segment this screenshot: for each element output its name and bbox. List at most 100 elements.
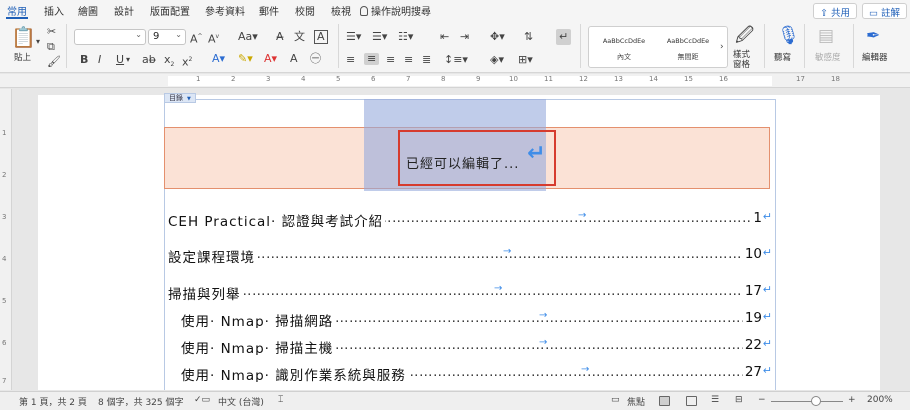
ribbon-separator: [764, 24, 765, 68]
tell-me-search[interactable]: 操作說明搜尋: [360, 3, 431, 18]
microphone-icon[interactable]: 🎙: [777, 25, 800, 47]
tab-layout[interactable]: 版面配置: [150, 3, 190, 18]
font-color-icon[interactable]: A▾: [264, 53, 277, 65]
numbering-icon[interactable]: ☰▾: [372, 31, 387, 43]
justify-icon[interactable]: ≡: [404, 54, 413, 66]
vruler-number: 6: [2, 339, 7, 347]
phonetic-guide-icon[interactable]: 文: [294, 31, 305, 43]
distributed-icon[interactable]: ≣: [422, 54, 431, 66]
zoom-slider-handle[interactable]: [811, 396, 821, 406]
bullets-icon[interactable]: ☰▾: [346, 31, 361, 43]
shrink-font-icon[interactable]: Av: [208, 31, 219, 46]
change-case-icon[interactable]: Aa▾: [238, 31, 258, 43]
tab-home[interactable]: 常用: [7, 3, 27, 18]
tab-references[interactable]: 參考資料: [205, 3, 245, 18]
multilevel-list-icon[interactable]: ☷▾: [398, 31, 413, 43]
shading-icon[interactable]: ◈▾: [490, 54, 504, 66]
font-size-combo[interactable]: 9 ⌄: [148, 29, 186, 45]
styles-pane-icon[interactable]: 🖉: [735, 26, 754, 46]
page-indicator[interactable]: 第 1 頁，共 2 頁: [19, 395, 87, 408]
ruler-number: 1: [196, 75, 201, 83]
paragraph-mark-icon: ↵: [762, 310, 772, 323]
align-right-icon[interactable]: ≡: [386, 54, 395, 66]
tab-view[interactable]: 檢視: [331, 3, 351, 18]
italic-icon[interactable]: I: [98, 54, 101, 66]
gallery-more-chevron-icon[interactable]: ›: [720, 41, 724, 53]
vruler-number: 5: [2, 297, 7, 305]
cut-icon[interactable]: ✂: [47, 26, 56, 38]
show-paragraph-marks-icon[interactable]: ↵: [556, 29, 572, 45]
read-mode-icon[interactable]: ☰: [711, 395, 719, 405]
tab-design[interactable]: 設計: [114, 3, 134, 18]
highlight-icon[interactable]: ✎▾: [238, 53, 253, 65]
grow-font-icon[interactable]: A^: [190, 31, 203, 46]
underline-icon[interactable]: U: [116, 54, 124, 66]
strikethrough-icon[interactable]: ab̶: [142, 54, 156, 66]
style-normal[interactable]: AaBbCcDdEe 內文: [593, 29, 655, 65]
format-painter-icon[interactable]: 🖌: [47, 56, 61, 68]
share-button[interactable]: ⇪ 共用: [813, 3, 857, 19]
character-shading-icon[interactable]: A: [290, 53, 298, 65]
increase-indent-icon[interactable]: ⇥: [460, 31, 469, 43]
toc-entry[interactable]: ……………………………………………………………………………………………………………: [181, 337, 772, 355]
toc-title[interactable]: 已經可以編輯了...: [406, 153, 519, 172]
zoom-in-icon[interactable]: +: [848, 395, 856, 405]
toc-entry-page: 1: [751, 210, 762, 226]
comments-button[interactable]: ▭ 註解: [862, 3, 908, 19]
lightbulb-icon: [360, 6, 368, 16]
vruler-number: 2: [2, 171, 7, 179]
style-no-spacing[interactable]: AaBbCcDdEe 無間距: [657, 29, 719, 65]
tab-draw[interactable]: 繪圖: [78, 3, 98, 18]
paste-dropdown-chevron-icon[interactable]: ▾: [36, 36, 40, 48]
line-spacing-icon[interactable]: ↕≡▾: [444, 54, 468, 66]
tab-review[interactable]: 校閱: [295, 3, 315, 18]
paste-icon[interactable]: 📋: [11, 26, 36, 48]
toc-entry[interactable]: ……………………………………………………………………………………………………………: [168, 283, 772, 301]
underline-dropdown-chevron-icon[interactable]: ▾: [126, 54, 130, 66]
ribbon-separator: [580, 24, 581, 68]
tab-mailings[interactable]: 郵件: [259, 3, 279, 18]
toc-entry[interactable]: ……………………………………………………………………………………………………………: [168, 210, 772, 228]
decrease-indent-icon[interactable]: ⇤: [440, 31, 449, 43]
web-layout-icon[interactable]: [686, 396, 697, 406]
track-changes-icon[interactable]: ⌶: [278, 395, 283, 405]
clear-formatting-icon[interactable]: A̶: [276, 31, 284, 43]
zoom-slider[interactable]: [771, 401, 843, 402]
outline-icon[interactable]: ⊟: [735, 395, 743, 405]
align-left-icon[interactable]: ≡: [346, 54, 355, 66]
text-effects-icon[interactable]: A▾: [212, 53, 225, 65]
ruler-number: 14: [649, 75, 658, 83]
superscript-icon[interactable]: x2: [182, 54, 192, 69]
copy-icon[interactable]: ⧉: [47, 41, 55, 53]
editor-icon[interactable]: ✒: [866, 26, 880, 46]
document-page[interactable]: 目錄 ▼ 已經可以編輯了... ↵ ………………………………………………………………: [38, 93, 880, 390]
toc-tag-label: 目錄: [169, 94, 183, 102]
toc-entry[interactable]: ……………………………………………………………………………………………………………: [181, 310, 772, 328]
subscript-icon[interactable]: x2: [164, 53, 174, 71]
character-border-icon[interactable]: A: [314, 30, 328, 44]
toc-entry[interactable]: ……………………………………………………………………………………………………………: [181, 364, 772, 382]
font-name-combo[interactable]: ⌄: [74, 29, 146, 45]
proofing-icon[interactable]: ✓▭: [194, 395, 210, 405]
enclose-characters-icon[interactable]: ㊀: [310, 53, 321, 65]
toc-control-tag[interactable]: 目錄 ▼: [164, 93, 196, 103]
vertical-ruler[interactable]: 1 2 3 4 5 6 7: [0, 89, 12, 390]
borders-icon[interactable]: ⊞▾: [518, 54, 533, 66]
bold-icon[interactable]: B: [80, 54, 88, 66]
asian-layout-icon[interactable]: ✥▾: [490, 31, 505, 43]
horizontal-ruler[interactable]: 1 2 3 4 5 6 7 8 9 10 11 12 13 14 15 16 1…: [0, 74, 910, 88]
align-center-icon[interactable]: ≡: [364, 53, 380, 65]
focus-icon[interactable]: ▭: [611, 395, 620, 405]
print-layout-icon[interactable]: [659, 396, 670, 406]
dictate-label: 聽寫: [774, 53, 792, 63]
tab-insert[interactable]: 插入: [44, 3, 64, 18]
zoom-out-icon[interactable]: −: [758, 395, 766, 405]
document-canvas[interactable]: 目錄 ▼ 已經可以編輯了... ↵ ………………………………………………………………: [12, 89, 910, 390]
language-indicator[interactable]: 中文 (台灣): [218, 395, 264, 408]
sort-icon[interactable]: ⇅: [524, 31, 533, 43]
zoom-level[interactable]: 200%: [867, 395, 893, 405]
word-count[interactable]: 8 個字，共 325 個字: [98, 395, 184, 408]
toc-entry[interactable]: ……………………………………………………………………………………………………………: [168, 246, 772, 264]
tab-mark-icon: →: [539, 310, 548, 321]
focus-label[interactable]: 焦點: [627, 395, 645, 408]
